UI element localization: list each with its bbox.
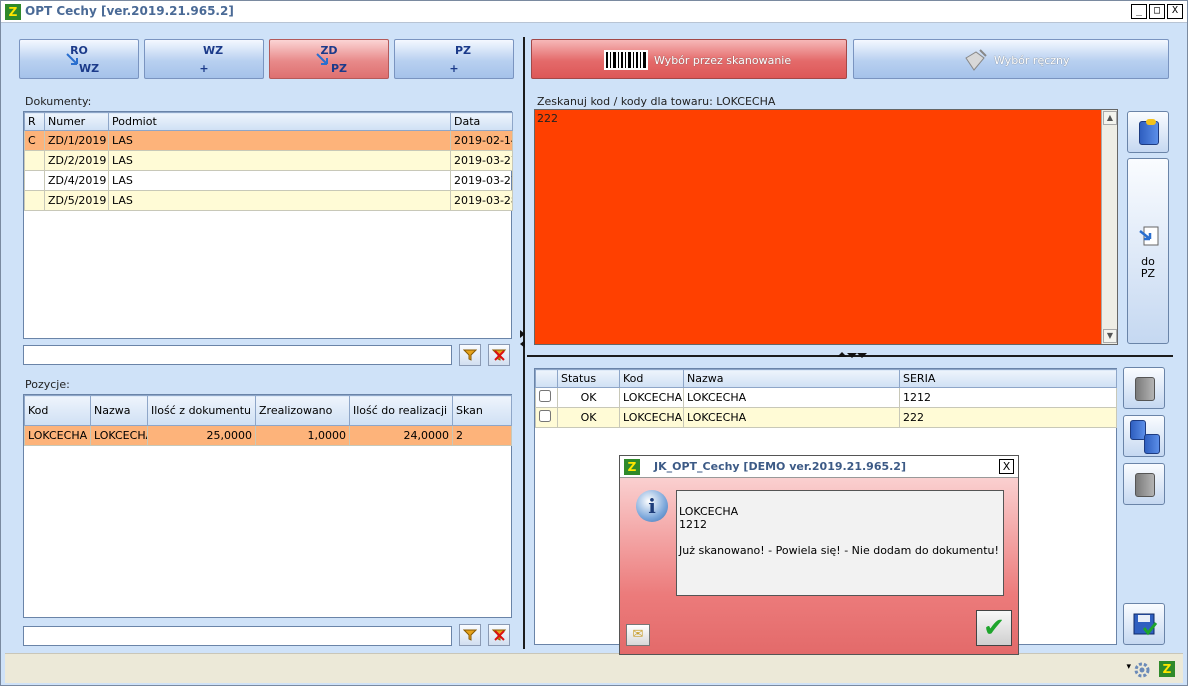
table-row[interactable]: ZD/2/2019 LAS 2019-03-27 bbox=[24, 150, 513, 171]
scan-value: 222 bbox=[537, 112, 558, 125]
column-header-seria[interactable]: SERIA bbox=[899, 369, 1117, 388]
column-header-zrealizowano[interactable]: Zrealizowano bbox=[255, 395, 350, 426]
pz-button[interactable]: PZ + bbox=[394, 39, 514, 79]
app-logo-icon: Z bbox=[1159, 661, 1175, 677]
plus-icon: + bbox=[199, 62, 209, 75]
ro-wz-button[interactable]: RO WZ bbox=[19, 39, 139, 79]
barcode-icon bbox=[604, 50, 648, 70]
to-pz-button[interactable]: do PZ bbox=[1127, 158, 1169, 344]
manual-mode-button[interactable]: Wybór ręczny bbox=[853, 39, 1169, 79]
gear-icon[interactable] bbox=[1133, 661, 1151, 679]
table-row[interactable]: ZD/4/2019 LAS 2019-03-27 bbox=[24, 170, 513, 191]
documents-grid: R Numer Podmiot Data C ZD/1/2019 LAS 201… bbox=[23, 111, 513, 339]
column-header-podmiot[interactable]: Podmiot bbox=[108, 112, 451, 131]
maximize-button[interactable]: □ bbox=[1149, 4, 1165, 19]
filter-icon[interactable] bbox=[459, 344, 481, 366]
plus-icon: + bbox=[449, 62, 459, 75]
hand-pointer-icon bbox=[965, 49, 987, 71]
documents-filter-input[interactable] bbox=[23, 345, 452, 365]
column-header-nazwa[interactable]: Nazwa bbox=[90, 395, 148, 426]
info-icon: i bbox=[636, 490, 668, 522]
column-header-numer[interactable]: Numer bbox=[44, 112, 109, 131]
dialog-close-button[interactable]: X bbox=[999, 459, 1014, 474]
floppy-disk-icon bbox=[1133, 613, 1158, 636]
main-window: Z OPT Cechy [ver.2019.21.965.2] _ □ X RO… bbox=[0, 0, 1188, 686]
scroll-down-icon[interactable]: ▼ bbox=[1103, 329, 1117, 343]
table-row[interactable]: LOKCECHA LOKCECHA 25,0000 1,0000 24,0000… bbox=[24, 425, 512, 446]
documents-label: Dokumenty: bbox=[25, 95, 92, 108]
column-header-nazwa[interactable]: Nazwa bbox=[683, 369, 900, 388]
delete-scan-button[interactable] bbox=[1127, 111, 1169, 153]
trash-check-icon bbox=[1135, 473, 1155, 497]
envelope-icon[interactable]: ✉ bbox=[626, 624, 650, 646]
column-header-ilosc-z-dokumentu[interactable]: Ilość z dokumentu bbox=[147, 395, 256, 426]
column-header-ilosc-do-realizacji[interactable]: Ilość do realizacji bbox=[349, 395, 453, 426]
status-bar: ▾ Z bbox=[5, 653, 1183, 683]
positions-grid: Kod Nazwa Ilość z dokumentu Zrealizowano… bbox=[23, 394, 512, 618]
positions-label: Pozycje: bbox=[25, 378, 70, 391]
delete-row-button[interactable] bbox=[1123, 367, 1165, 409]
table-row[interactable]: OK LOKCECHA LOKCECHA 222 bbox=[535, 407, 1117, 428]
column-header-r[interactable]: R bbox=[24, 112, 45, 131]
scan-prompt-label: Zeskanuj kod / kody dla towaru: LOKCECHA bbox=[537, 95, 776, 108]
app-logo-icon: Z bbox=[5, 4, 21, 20]
zd-pz-button[interactable]: ZD PZ bbox=[269, 39, 389, 79]
trash-bin-icon bbox=[1135, 377, 1155, 401]
arrow-icon bbox=[316, 53, 328, 65]
column-header-kod[interactable]: Kod bbox=[619, 369, 684, 388]
message-dialog: Z JK_OPT_Cechy [DEMO ver.2019.21.965.2] … bbox=[619, 455, 1019, 655]
column-header-kod[interactable]: Kod bbox=[24, 395, 91, 426]
positions-filter-input[interactable] bbox=[23, 626, 452, 646]
close-button[interactable]: X bbox=[1167, 4, 1183, 19]
table-row[interactable]: OK LOKCECHA LOKCECHA 1212 bbox=[535, 387, 1117, 408]
wz-button[interactable]: WZ + bbox=[144, 39, 264, 79]
scan-mode-button[interactable]: Wybór przez skanowanie bbox=[531, 39, 847, 79]
row-checkbox[interactable] bbox=[539, 390, 551, 402]
transfer-arrow-icon bbox=[1139, 226, 1159, 246]
dialog-title-bar: Z JK_OPT_Cechy [DEMO ver.2019.21.965.2] … bbox=[620, 456, 1018, 478]
check-delete-button[interactable] bbox=[1123, 463, 1165, 505]
app-logo-icon: Z bbox=[624, 459, 640, 475]
splitter-arrows-icon[interactable] bbox=[837, 351, 867, 359]
dialog-message: LOKCECHA 1212 Już skanowano! - Powiela s… bbox=[676, 490, 1004, 596]
table-row[interactable]: ZD/5/2019 LAS 2019-03-28 bbox=[24, 190, 513, 211]
clear-filter-icon[interactable] bbox=[488, 344, 510, 366]
scan-input-area[interactable]: 222 ▲ ▼ bbox=[534, 109, 1118, 345]
row-checkbox[interactable] bbox=[539, 410, 551, 422]
column-header-status[interactable]: Status bbox=[557, 369, 620, 388]
column-header-skan[interactable]: Skan bbox=[452, 395, 512, 426]
arrow-icon bbox=[66, 53, 78, 65]
title-bar: Z OPT Cechy [ver.2019.21.965.2] _ □ X bbox=[1, 1, 1187, 23]
dropdown-arrow-icon[interactable]: ▾ bbox=[1126, 662, 1131, 672]
column-header-data[interactable]: Data bbox=[450, 112, 513, 131]
dialog-title: JK_OPT_Cechy [DEMO ver.2019.21.965.2] bbox=[654, 460, 906, 473]
delete-all-button[interactable] bbox=[1123, 415, 1165, 457]
filter-icon[interactable] bbox=[459, 624, 481, 646]
clear-filter-icon[interactable] bbox=[488, 624, 510, 646]
minimize-button[interactable]: _ bbox=[1131, 4, 1147, 19]
splitter-arrows-icon[interactable] bbox=[519, 329, 527, 349]
window-title: OPT Cechy [ver.2019.21.965.2] bbox=[25, 4, 234, 18]
scroll-up-icon[interactable]: ▲ bbox=[1103, 111, 1117, 125]
scrollbar[interactable]: ▲ ▼ bbox=[1101, 110, 1117, 344]
table-row[interactable]: C ZD/1/2019 LAS 2019-02-14 bbox=[24, 130, 513, 151]
save-button[interactable] bbox=[1123, 603, 1165, 645]
column-header-select[interactable] bbox=[535, 369, 558, 388]
ok-check-button[interactable]: ✔ bbox=[976, 610, 1012, 646]
